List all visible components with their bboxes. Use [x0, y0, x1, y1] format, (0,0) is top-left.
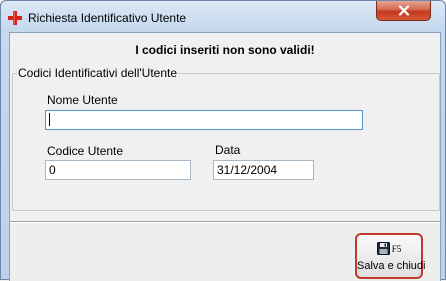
groupbox-legend: Codici Identificativi dell'Utente — [17, 66, 179, 80]
codice-utente-input[interactable] — [45, 160, 191, 180]
shortcut-key: F5 — [391, 243, 402, 254]
close-icon — [398, 5, 409, 16]
nome-utente-wrapper — [45, 110, 363, 130]
save-button-top: F5 — [357, 242, 421, 255]
save-and-close-button[interactable]: F5 Salva e chiudi — [355, 233, 426, 279]
title-bar[interactable]: Richiesta Identificativo Utente — [1, 1, 445, 31]
button-bar: F5 Salva e chiudi — [10, 223, 440, 281]
codice-utente-label: Codice Utente — [47, 144, 124, 158]
dialog-window: Richiesta Identificativo Utente I codici… — [0, 0, 446, 281]
error-message: I codici inseriti non sono validi! — [135, 43, 315, 57]
nome-utente-input[interactable] — [45, 110, 363, 130]
save-button-label: Salva e chiudi — [357, 260, 426, 272]
floppy-disk-icon — [376, 242, 390, 255]
text-caret — [49, 113, 50, 126]
user-codes-groupbox: Codici Identificativi dell'Utente Nome U… — [12, 66, 440, 211]
nome-utente-label: Nome Utente — [47, 93, 118, 107]
window-title: Richiesta Identificativo Utente — [28, 11, 187, 25]
red-cross-app-icon — [8, 11, 22, 25]
dialog-body: I codici inseriti non sono validi! Codic… — [9, 32, 441, 281]
data-input[interactable] — [213, 160, 314, 180]
data-label: Data — [215, 143, 241, 157]
close-button[interactable] — [376, 1, 431, 21]
